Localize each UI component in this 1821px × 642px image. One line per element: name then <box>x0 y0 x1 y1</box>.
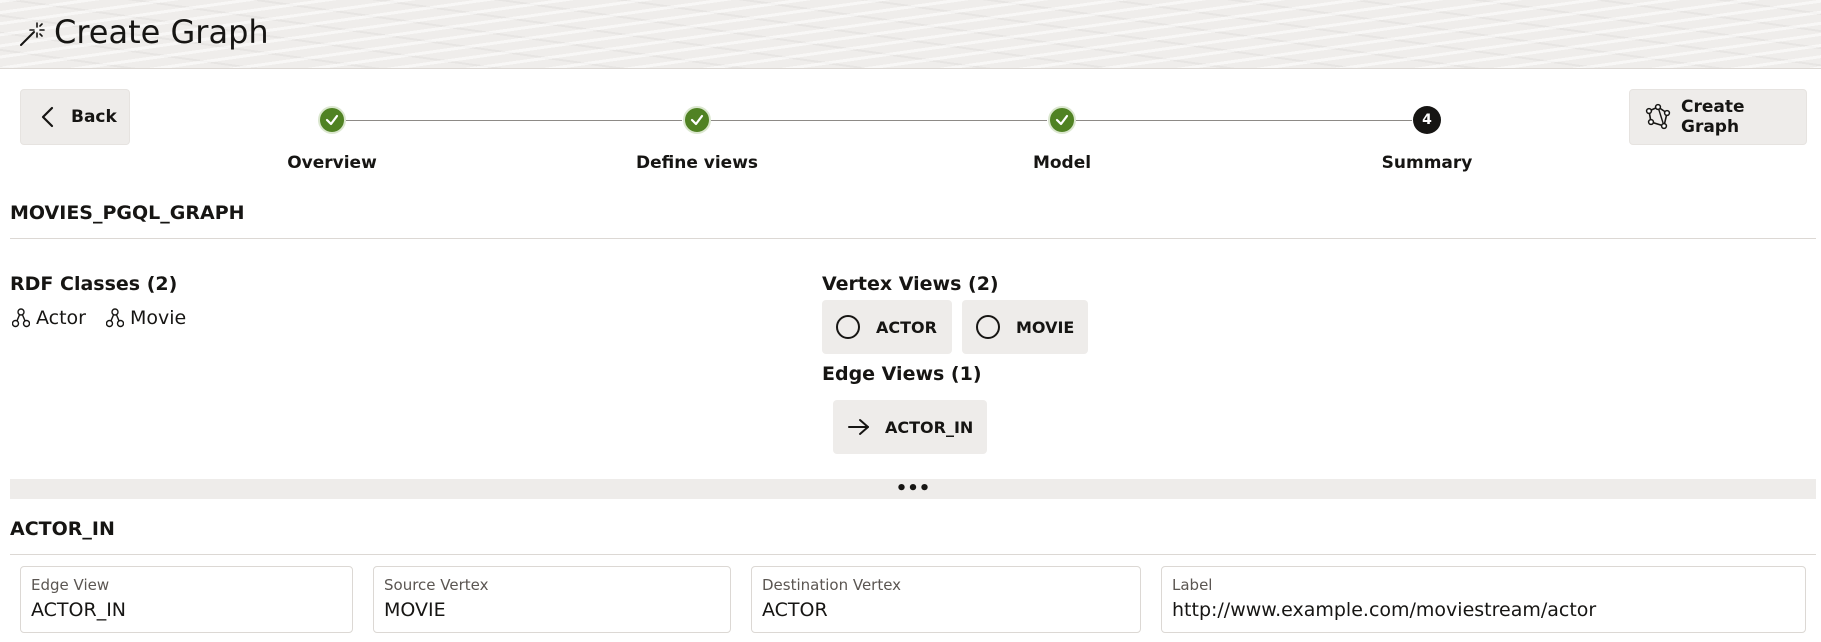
step-summary-label[interactable]: Summary <box>1327 153 1527 173</box>
back-button-label: Back <box>71 107 117 127</box>
field-label: Edge View <box>31 576 110 594</box>
step-connector <box>1076 120 1412 121</box>
circle-icon <box>976 315 1000 339</box>
rdf-class-label: Actor <box>36 307 86 329</box>
step-model-status[interactable] <box>1048 106 1076 134</box>
checkmark-icon <box>690 114 704 126</box>
step-define-views-label[interactable]: Define views <box>597 153 797 173</box>
page-title: Create Graph <box>54 13 269 51</box>
class-hierarchy-icon <box>106 308 124 328</box>
circle-icon <box>836 315 860 339</box>
edge-view-label: ACTOR_IN <box>885 417 974 437</box>
step-connector <box>346 120 682 121</box>
create-graph-button-label: Create Graph <box>1681 97 1745 137</box>
graph-icon <box>1645 103 1671 130</box>
source-vertex-field[interactable]: Source Vertex MOVIE <box>373 566 731 633</box>
chevron-left-icon <box>41 106 54 128</box>
step-define-views-status[interactable] <box>683 106 711 134</box>
destination-vertex-field[interactable]: Destination Vertex ACTOR <box>751 566 1141 633</box>
checkmark-icon <box>1055 114 1069 126</box>
field-label: Label <box>1172 576 1213 594</box>
step-connector <box>711 120 1047 121</box>
more-dots-icon: ••• <box>895 478 931 499</box>
edge-view-field[interactable]: Edge View ACTOR_IN <box>20 566 353 633</box>
checkmark-icon <box>325 114 339 126</box>
vertex-view-label: MOVIE <box>1016 317 1075 337</box>
step-overview-label[interactable]: Overview <box>232 153 432 173</box>
divider <box>10 238 1816 239</box>
arrow-right-icon <box>848 419 869 435</box>
create-graph-button[interactable]: Create Graph <box>1629 89 1807 145</box>
step-model-label[interactable]: Model <box>962 153 1162 173</box>
vertex-view-chip[interactable]: MOVIE <box>962 300 1088 354</box>
field-value: ACTOR_IN <box>31 599 127 621</box>
detail-title: ACTOR_IN <box>10 518 115 540</box>
rdf-class-item: Movie <box>106 307 186 329</box>
class-hierarchy-icon <box>12 308 30 328</box>
vertex-view-label: ACTOR <box>876 317 937 337</box>
field-label: Source Vertex <box>384 576 489 594</box>
field-value: MOVIE <box>384 599 446 621</box>
label-field[interactable]: Label http://www.example.com/moviestream… <box>1161 566 1806 633</box>
field-value: ACTOR <box>762 599 828 621</box>
field-label: Destination Vertex <box>762 576 902 594</box>
step-summary-status[interactable]: 4 <box>1413 106 1441 134</box>
page-header: Create Graph <box>0 0 1821 69</box>
graph-name: MOVIES_PGQL_GRAPH <box>10 202 245 224</box>
resize-splitter[interactable]: ••• <box>10 479 1816 499</box>
divider <box>10 554 1816 555</box>
back-button[interactable]: Back <box>20 89 130 145</box>
vertex-views-heading: Vertex Views (2) <box>822 273 999 295</box>
step-number: 4 <box>1422 112 1432 128</box>
edge-view-chip[interactable]: ACTOR_IN <box>833 400 987 454</box>
rdf-classes-heading: RDF Classes (2) <box>10 273 178 295</box>
step-overview-status[interactable] <box>318 106 346 134</box>
rdf-class-label: Movie <box>130 307 187 329</box>
field-value: http://www.example.com/moviestream/actor <box>1172 599 1597 621</box>
edge-views-heading: Edge Views (1) <box>822 363 982 385</box>
magic-wand-icon <box>20 22 45 46</box>
vertex-view-chip[interactable]: ACTOR <box>822 300 952 354</box>
rdf-class-item: Actor <box>12 307 86 329</box>
